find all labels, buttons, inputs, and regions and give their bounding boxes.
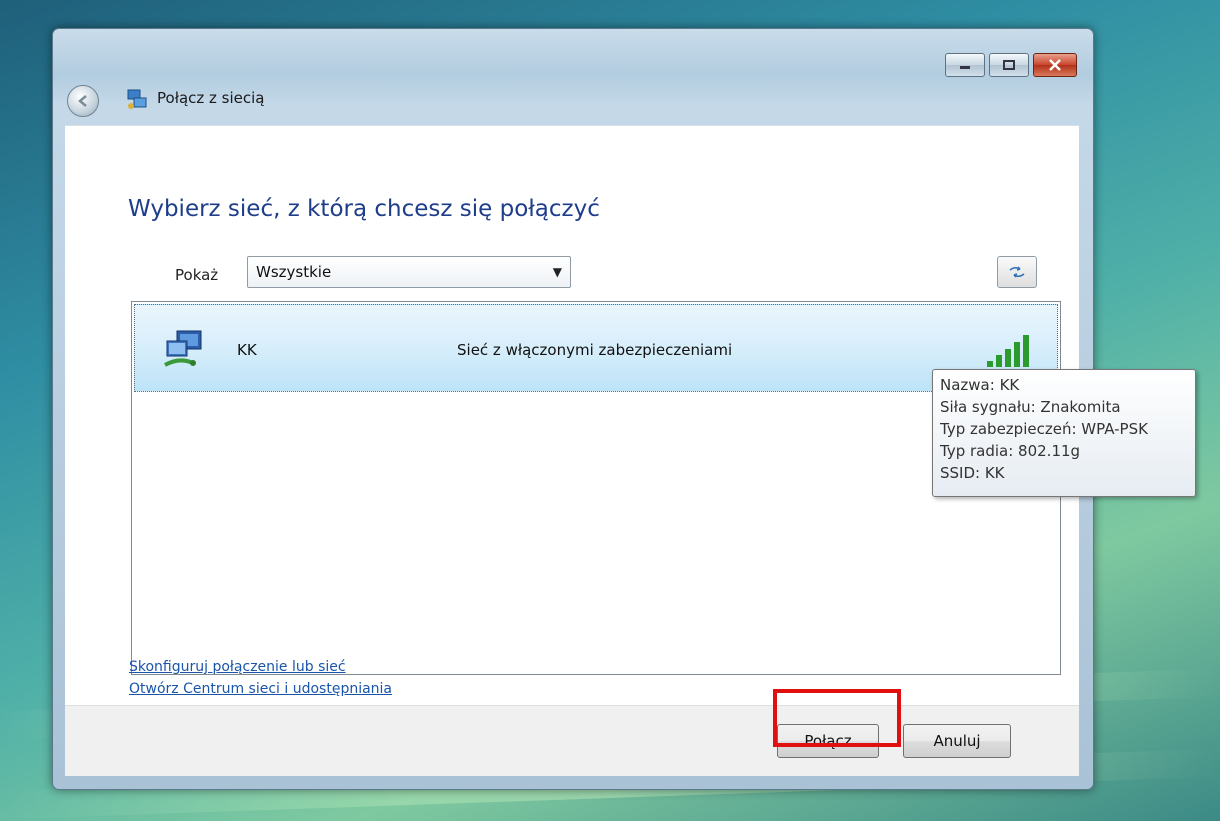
network-security: Sieć z włączonymi zabezpieczeniami — [457, 341, 733, 359]
network-list: KK Sieć z włączonymi zabezpieczeniami — [131, 301, 1061, 675]
minimize-button[interactable] — [945, 53, 985, 77]
window-title: Połącz z siecią — [157, 89, 265, 107]
back-arrow-icon — [78, 95, 87, 107]
close-button[interactable] — [1033, 53, 1077, 77]
tooltip-security-line: Typ zabezpieczeń: WPA-PSK — [940, 420, 1148, 438]
tooltip-radio-line: Typ radia: 802.11g — [940, 442, 1081, 460]
signal-strength-icon — [987, 335, 1029, 367]
button-bar: Połącz Anuluj — [65, 705, 1079, 776]
wireless-network-icon — [164, 330, 202, 367]
refresh-button[interactable] — [997, 256, 1037, 288]
minimize-icon — [960, 66, 970, 69]
cancel-button[interactable]: Anuluj — [903, 724, 1011, 758]
page-heading: Wybierz sieć, z którą chcesz się połączy… — [128, 196, 600, 222]
network-center-link[interactable]: Otwórz Centrum sieci i udostępniania — [129, 678, 392, 700]
dropdown-arrow-icon: ▼ — [552, 265, 562, 279]
network-tooltip: Nazwa: KK Siła sygnału: Znakomita Typ za… — [932, 369, 1196, 497]
network-name: KK — [237, 341, 257, 359]
refresh-icon — [1009, 266, 1025, 278]
caption-buttons — [941, 53, 1077, 77]
network-connect-icon — [127, 89, 147, 109]
links-section: Skonfiguruj połączenie lub sieć Otwórz C… — [129, 656, 392, 700]
show-filter-value: Wszystkie — [256, 263, 332, 281]
setup-connection-link[interactable]: Skonfiguruj połączenie lub sieć — [129, 656, 392, 678]
network-row[interactable]: KK Sieć z włączonymi zabezpieczeniami — [134, 304, 1058, 392]
back-button[interactable] — [67, 85, 99, 117]
tooltip-name-line: Nazwa: KK — [940, 376, 1020, 394]
content-pane: Wybierz sieć, z którą chcesz się połączy… — [65, 125, 1079, 706]
tooltip-signal-line: Siła sygnału: Znakomita — [940, 398, 1121, 416]
maximize-button[interactable] — [989, 53, 1029, 77]
maximize-icon — [1003, 60, 1015, 70]
show-filter-dropdown[interactable]: Wszystkie ▼ — [247, 256, 571, 288]
show-filter-label: Pokaż — [175, 266, 219, 284]
connect-highlight-box — [773, 689, 901, 747]
title-bar: Połącz z siecią — [53, 29, 1093, 125]
close-icon — [1049, 59, 1061, 71]
tooltip-ssid-line: SSID: KK — [940, 464, 1005, 482]
